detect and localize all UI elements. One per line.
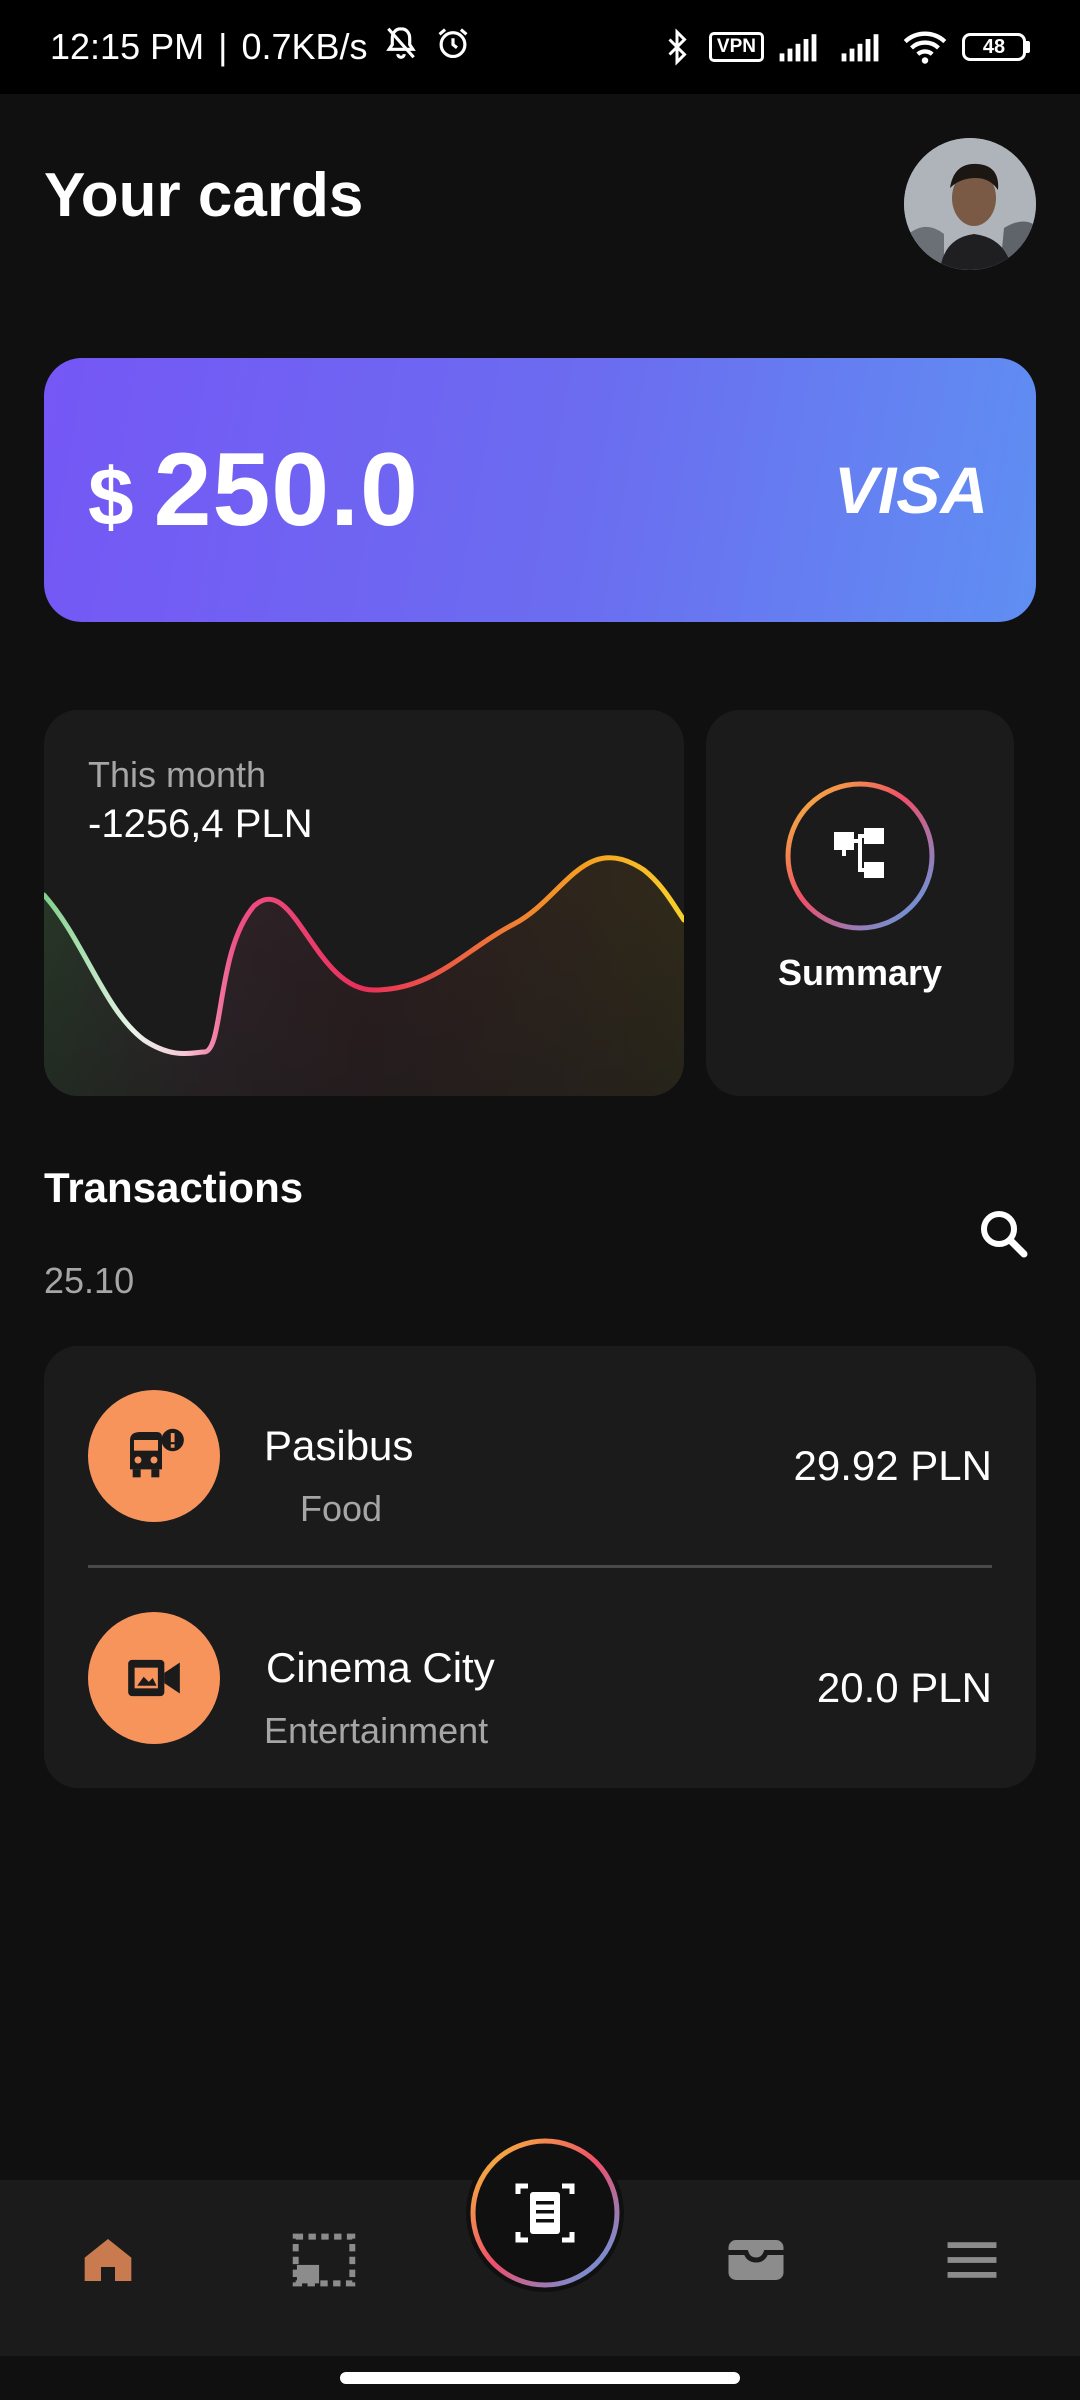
wifi-icon: [902, 29, 948, 65]
transactions-date: 25.10: [44, 1260, 135, 1301]
transaction-amount: 29.92 PLN: [793, 1442, 992, 1489]
bus-alert-icon: [130, 1428, 184, 1478]
vpn-badge: VPN: [708, 32, 764, 62]
status-separator: |: [218, 26, 228, 67]
nav-home[interactable]: [58, 2210, 158, 2310]
bluetooth-icon: [659, 27, 695, 67]
month-spending-tile[interactable]: This month -1256,4 PLN: [44, 710, 684, 1096]
home-icon: [84, 2239, 132, 2281]
transaction-row[interactable]: Pasibus Food 29.92 PLN: [44, 1346, 1036, 1568]
nav-wallet[interactable]: [706, 2210, 806, 2310]
search-icon: [981, 1211, 1028, 1258]
card-currency: $: [88, 451, 134, 543]
search-button[interactable]: [974, 1204, 1034, 1264]
status-speed: 0.7KB/s: [241, 26, 368, 67]
chart-fade: [44, 890, 684, 1096]
alarm-icon: [434, 24, 472, 71]
balance-card[interactable]: $ 250.0 VISA: [44, 358, 1036, 622]
transaction-category: Entertainment: [264, 1710, 489, 1751]
wallet-icon: [728, 2240, 784, 2280]
picture-in-picture-icon: [292, 2233, 356, 2287]
month-label: This month: [88, 754, 267, 795]
status-time: 12:15 PM: [50, 26, 205, 67]
nav-picture-in-picture[interactable]: [274, 2210, 374, 2310]
transactions-list: Pasibus Food 29.92 PLN Cinema City Enter…: [44, 1346, 1036, 1788]
scan-button[interactable]: [466, 2134, 624, 2292]
status-left: 12:15 PM | 0.7KB/s: [50, 24, 472, 71]
month-amount: -1256,4 PLN: [88, 802, 313, 846]
scan-document-icon: [470, 2138, 620, 2288]
transaction-amount: 20.0 PLN: [816, 1664, 992, 1711]
transaction-row[interactable]: Cinema City Entertainment 20.0 PLN: [44, 1568, 1036, 1788]
avatar-photo: [904, 138, 1036, 270]
page-title: Your cards: [44, 161, 364, 230]
battery-level: 48: [962, 33, 1026, 61]
battery-icon: 48: [962, 33, 1030, 61]
video-camera-icon: [128, 1659, 180, 1697]
battery-tip: [1026, 41, 1030, 53]
summary-label: Summary: [777, 952, 943, 993]
nav-menu[interactable]: [922, 2210, 1022, 2310]
summary-ring: [785, 781, 935, 931]
menu-icon: [947, 2242, 997, 2278]
card-balance: 250.0: [153, 431, 419, 548]
bell-muted-icon: [382, 24, 420, 71]
transaction-category: Food: [300, 1488, 383, 1529]
home-indicator[interactable]: [340, 2372, 740, 2384]
card-brand-logo: VISA: [833, 453, 988, 527]
status-right: VPN 48: [659, 27, 1030, 67]
transaction-icon: [88, 1612, 220, 1744]
signal-icon: [840, 31, 888, 63]
transaction-name: Cinema City: [266, 1644, 495, 1691]
transaction-icon: [88, 1390, 220, 1522]
transactions-title: Transactions: [44, 1164, 304, 1211]
transaction-name: Pasibus: [264, 1422, 414, 1469]
signal-icon: [778, 31, 826, 63]
summary-tile[interactable]: Summary: [706, 710, 1014, 1096]
hierarchy-icon: [834, 828, 884, 878]
card-amount: $ 250.0: [88, 431, 419, 550]
screen: 12:15 PM | 0.7KB/s VPN 48 Your cards $ 2…: [0, 0, 1080, 2400]
avatar[interactable]: [904, 138, 1036, 270]
status-bar: 12:15 PM | 0.7KB/s VPN 48: [0, 0, 1080, 94]
